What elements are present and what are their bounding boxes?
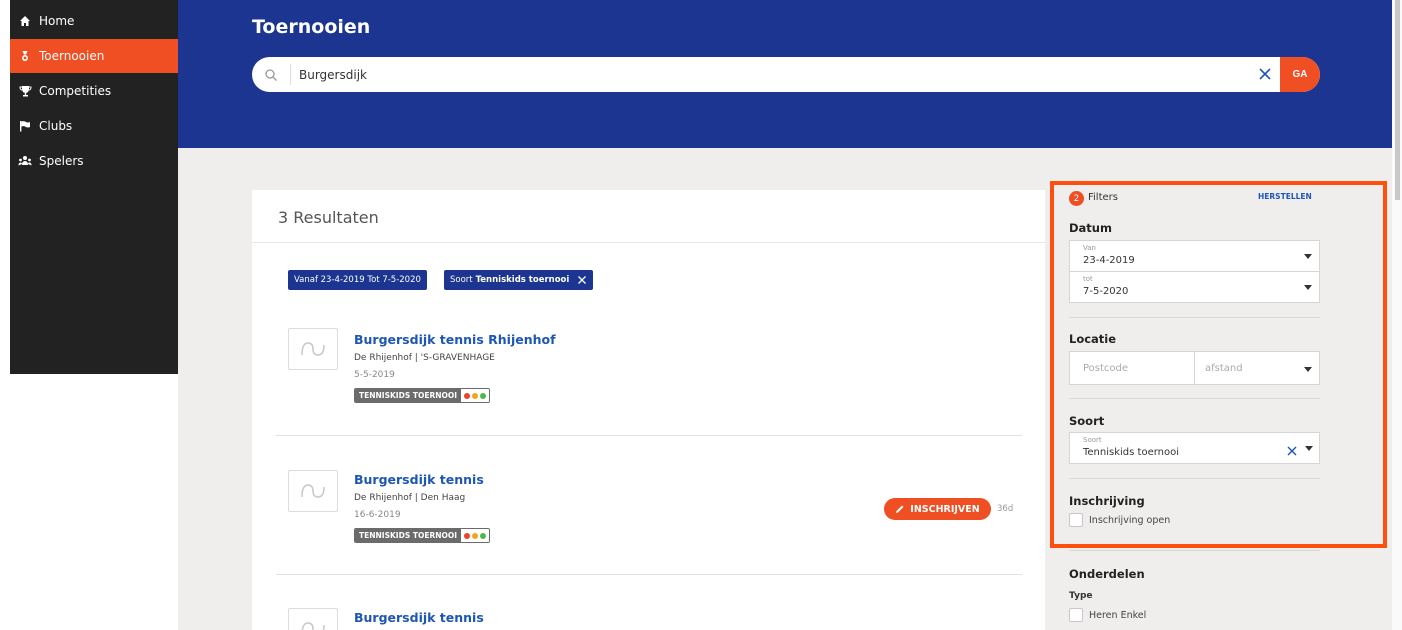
clear-soort-icon[interactable] xyxy=(1286,442,1298,461)
field-value: Tenniskids toernooi xyxy=(1083,447,1180,458)
sidebar-empty-area xyxy=(10,374,178,630)
postcode-placeholder: Postcode xyxy=(1083,363,1129,374)
field-label: tot xyxy=(1083,275,1093,283)
trophy-icon xyxy=(18,84,32,98)
sidebar-item-label: Toernooien xyxy=(39,49,105,63)
tournament-logo xyxy=(288,470,338,512)
section-title-onderdelen: Onderdelen xyxy=(1069,567,1145,581)
filters-count-badge: 2 xyxy=(1069,191,1084,206)
date-to-field[interactable]: tot 7-5-2020 xyxy=(1069,271,1320,303)
sidebar-item-competities[interactable]: Competities xyxy=(10,74,178,108)
inschrijving-open-checkbox[interactable]: Inschrijving open xyxy=(1069,513,1170,527)
distance-placeholder: afstand xyxy=(1205,363,1243,374)
type-label: Type xyxy=(1069,591,1093,601)
sidebar-item-clubs[interactable]: Clubs xyxy=(10,109,178,143)
divider xyxy=(1069,478,1320,479)
result-location: De Rhijenhof | Den Haag xyxy=(354,493,466,503)
divider xyxy=(1069,317,1320,318)
chip-label: Vanaf 23-4-2019 Tot 7-5-2020 xyxy=(294,275,421,285)
traffic-light-icon xyxy=(461,389,490,402)
tenniskids-badge: TENNISKIDS TOERNOOI xyxy=(354,388,491,403)
divider xyxy=(1069,550,1320,551)
checkbox[interactable] xyxy=(1069,513,1083,527)
left-gutter xyxy=(0,0,10,630)
chip-label: Soort xyxy=(450,275,473,285)
close-icon[interactable] xyxy=(577,275,587,285)
search-icon xyxy=(264,67,278,81)
section-title-inschrijving: Inschrijving xyxy=(1069,494,1145,508)
go-button[interactable]: GA xyxy=(1280,57,1320,92)
clear-search-icon[interactable] xyxy=(1257,66,1273,82)
caret-down-icon xyxy=(1304,285,1312,290)
checkbox-label: Inschrijving open xyxy=(1089,514,1171,526)
trophy-ribbon-icon xyxy=(18,49,32,63)
badge-label: TENNISKIDS TOERNOOI xyxy=(355,529,462,542)
section-title-datum: Datum xyxy=(1069,221,1112,235)
sidebar-item-spelers[interactable]: Spelers xyxy=(10,144,178,178)
section-title-soort: Soort xyxy=(1069,414,1105,428)
search-input[interactable] xyxy=(299,57,1249,92)
filter-chip-soort[interactable]: Soort Tenniskids toernooi xyxy=(444,270,594,290)
results-card: 3 Resultaten Vanaf 23-4-2019 Tot 7-5-202… xyxy=(252,190,1045,630)
field-value: 23-4-2019 xyxy=(1083,255,1135,266)
soort-select[interactable]: Soort Tenniskids toernooi xyxy=(1069,432,1320,464)
badge-label: TENNISKIDS TOERNOOI xyxy=(355,389,462,402)
date-from-field[interactable]: Van 23-4-2019 xyxy=(1069,240,1320,272)
header: Toernooien GA xyxy=(178,0,1392,148)
reset-filters-link[interactable]: HERSTELLEN xyxy=(1258,192,1312,201)
enroll-button[interactable]: INSCHRIJVEN xyxy=(884,498,991,520)
tournament-logo xyxy=(288,608,338,630)
section-title-locatie: Locatie xyxy=(1069,332,1117,346)
sidebar-item-label: Home xyxy=(39,14,75,28)
divider xyxy=(276,574,1022,575)
heren-enkel-checkbox[interactable]: Heren Enkel xyxy=(1069,608,1146,622)
caret-down-icon xyxy=(1304,367,1312,372)
search-separator xyxy=(290,64,291,85)
result-location: De Rhijenhof | 'S-GRAVENHAGE xyxy=(354,353,495,363)
flag-icon xyxy=(18,119,32,133)
result-date: 5-5-2019 xyxy=(354,370,395,380)
search-bar: GA xyxy=(252,57,1320,92)
players-icon xyxy=(18,154,32,168)
sidebar: Home Toernooien Competities Clubs Speler… xyxy=(10,0,178,374)
chip-value: Tenniskids toernooi xyxy=(475,275,570,285)
sidebar-item-label: Competities xyxy=(39,84,112,98)
pencil-icon xyxy=(896,505,904,513)
field-label: Soort xyxy=(1083,436,1102,444)
page-title: Toernooien xyxy=(252,16,371,38)
days-left: 36d xyxy=(997,504,1014,514)
field-label: Van xyxy=(1083,244,1096,252)
filters-label: Filters xyxy=(1088,192,1118,203)
scrollbar-thumb[interactable] xyxy=(1395,0,1400,200)
enroll-label: INSCHRIJVEN xyxy=(910,503,980,515)
sidebar-item-toernooien[interactable]: Toernooien xyxy=(10,39,178,73)
home-icon xyxy=(18,14,32,28)
traffic-light-icon xyxy=(461,529,490,542)
result-title[interactable]: Burgersdijk tennis xyxy=(354,472,484,487)
filter-chip-date[interactable]: Vanaf 23-4-2019 Tot 7-5-2020 xyxy=(288,270,427,290)
result-title[interactable]: Burgersdijk tennis xyxy=(354,610,484,625)
checkbox-label: Heren Enkel xyxy=(1089,609,1147,621)
divider xyxy=(252,242,1045,243)
tenniskids-badge: TENNISKIDS TOERNOOI xyxy=(354,528,491,543)
result-title[interactable]: Burgersdijk tennis Rhijenhof xyxy=(354,332,556,347)
caret-down-icon xyxy=(1304,254,1312,259)
checkbox[interactable] xyxy=(1069,608,1083,622)
page: Home Toernooien Competities Clubs Speler… xyxy=(0,0,1402,630)
sidebar-item-label: Clubs xyxy=(39,119,73,133)
distance-select[interactable]: afstand xyxy=(1194,351,1320,385)
results-count: 3 Resultaten xyxy=(278,208,379,227)
result-date: 16-6-2019 xyxy=(354,510,401,520)
postcode-input[interactable]: Postcode xyxy=(1069,351,1195,385)
sidebar-item-label: Spelers xyxy=(39,154,84,168)
divider xyxy=(1069,398,1320,399)
divider xyxy=(276,435,1022,436)
field-value: 7-5-2020 xyxy=(1083,286,1129,297)
tournament-logo xyxy=(288,328,338,370)
caret-down-icon xyxy=(1305,446,1313,451)
sidebar-item-home[interactable]: Home xyxy=(10,4,178,38)
